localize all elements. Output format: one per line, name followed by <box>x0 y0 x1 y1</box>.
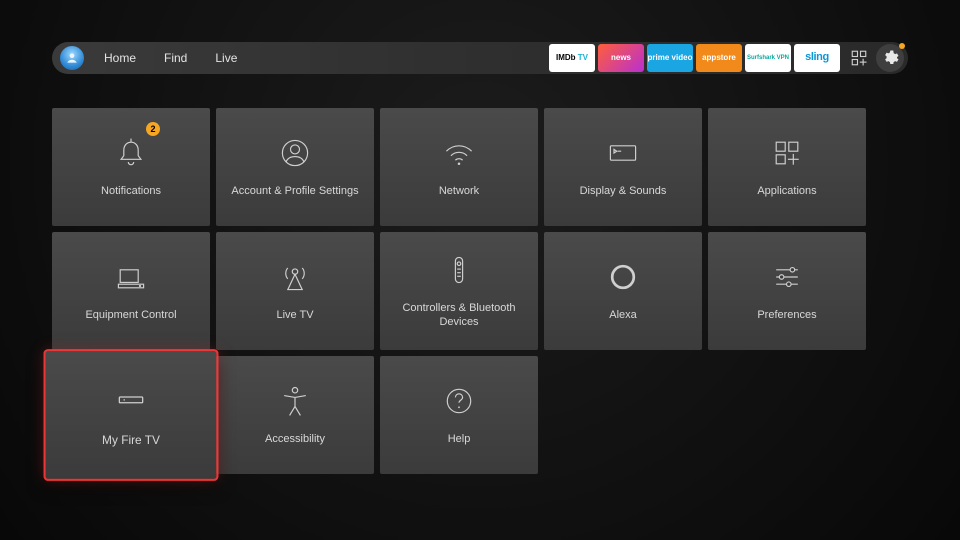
tile-label: Preferences <box>749 309 824 323</box>
tile-label: Controllers & Bluetooth Devices <box>380 302 538 330</box>
profile-avatar[interactable] <box>60 46 84 70</box>
settings-tile-account-profile[interactable]: Account & Profile Settings <box>216 108 374 226</box>
nav-live[interactable]: Live <box>215 51 237 65</box>
settings-tile-equipment-control[interactable]: Equipment Control <box>52 232 210 350</box>
nav-home[interactable]: Home <box>104 51 136 65</box>
settings-tile-live-tv[interactable]: Live TV <box>216 232 374 350</box>
tile-label: Display & Sounds <box>572 185 675 199</box>
settings-tile-network[interactable]: Network <box>380 108 538 226</box>
tile-label: Accessibility <box>257 433 333 447</box>
tile-label: Applications <box>749 185 824 199</box>
settings-gear-button[interactable] <box>876 44 904 72</box>
app-tile-news[interactable]: news <box>598 44 644 72</box>
settings-tile-notifications[interactable]: Notifications 2 <box>52 108 210 226</box>
tile-label: Notifications <box>93 185 169 199</box>
ring-icon <box>605 259 641 295</box>
equipment-icon <box>113 259 149 295</box>
antenna-icon <box>277 259 313 295</box>
apps-grid-button[interactable] <box>846 45 872 71</box>
app-tile-appstore[interactable]: appstore <box>696 44 742 72</box>
app-tile-surfshark[interactable]: Surfshark VPN <box>745 44 791 72</box>
gear-icon <box>881 49 899 67</box>
settings-tile-alexa[interactable]: Alexa <box>544 232 702 350</box>
apps-grid-icon <box>850 49 868 67</box>
app-tile-imdbtv[interactable]: IMDb TV <box>549 44 595 72</box>
user-icon <box>65 51 79 65</box>
settings-tile-my-fire-tv[interactable]: My Fire TV <box>46 351 217 478</box>
app-tiles-row: IMDb TV news prime video appstore Surfsh… <box>549 44 840 72</box>
settings-tile-applications[interactable]: Applications <box>708 108 866 226</box>
app-tile-sling[interactable]: sling <box>794 44 840 72</box>
nav-find[interactable]: Find <box>164 51 187 65</box>
settings-tile-display-sounds[interactable]: Display & Sounds <box>544 108 702 226</box>
tile-label: Account & Profile Settings <box>223 185 366 199</box>
imdb-logo-text: IMDb <box>556 53 576 62</box>
bell-icon <box>113 135 149 171</box>
settings-notification-dot <box>899 43 905 49</box>
settings-tile-help[interactable]: Help <box>380 356 538 474</box>
sliders-icon <box>769 259 805 295</box>
user-circle-icon <box>277 135 313 171</box>
settings-grid: Notifications 2 Account & Profile Settings… <box>52 108 908 474</box>
tile-label: My Fire TV <box>93 435 168 450</box>
settings-tile-controllers-bluetooth[interactable]: Controllers & Bluetooth Devices <box>380 232 538 350</box>
tile-label: Network <box>431 185 487 199</box>
remote-icon <box>441 252 477 288</box>
top-nav-bar: Home Find Live IMDb TV news prime video … <box>52 42 908 74</box>
accessibility-icon <box>277 383 313 419</box>
settings-tile-preferences[interactable]: Preferences <box>708 232 866 350</box>
apps-plus-icon <box>769 135 805 171</box>
notification-badge: 2 <box>146 122 160 136</box>
display-icon <box>605 135 641 171</box>
help-icon <box>441 383 477 419</box>
firetv-icon <box>112 381 151 420</box>
imdb-tv-text: TV <box>578 53 588 62</box>
tile-label: Equipment Control <box>77 309 184 323</box>
tile-label: Live TV <box>268 309 321 323</box>
settings-screen: Home Find Live IMDb TV news prime video … <box>0 0 960 540</box>
wifi-icon <box>441 135 477 171</box>
nav-links: Home Find Live <box>104 51 237 65</box>
app-tile-primevideo[interactable]: prime video <box>647 44 693 72</box>
tile-label: Help <box>440 433 479 447</box>
tile-label: Alexa <box>601 309 645 323</box>
settings-tile-accessibility[interactable]: Accessibility <box>216 356 374 474</box>
